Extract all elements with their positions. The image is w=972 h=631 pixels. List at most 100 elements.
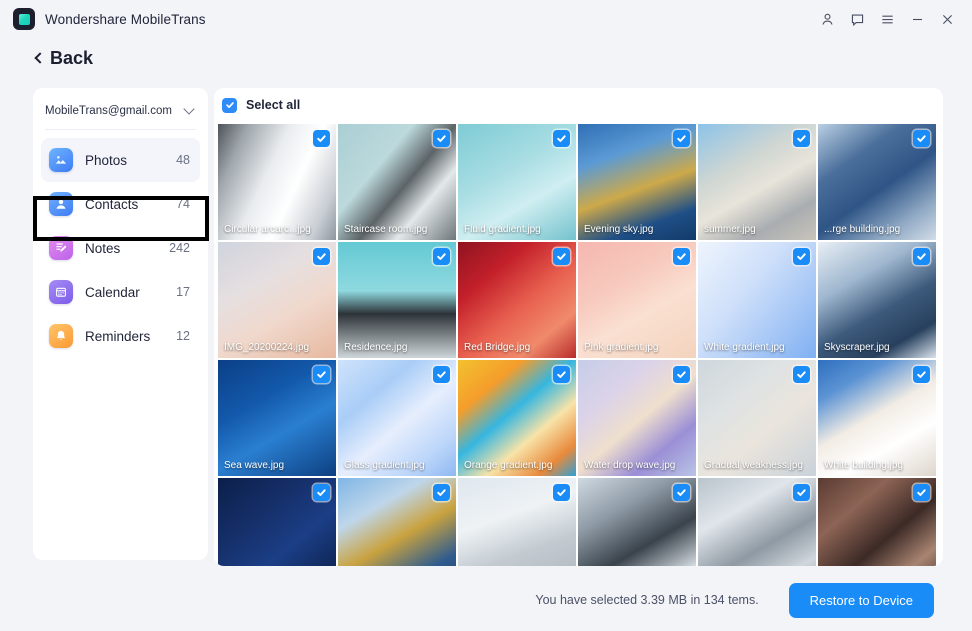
photo-filename: ...rge building.jpg (824, 223, 901, 235)
minimize-icon[interactable] (902, 4, 932, 34)
photo-tile[interactable]: Residence.jpg (338, 242, 456, 358)
photo-tile[interactable]: summer.jpg (698, 124, 816, 240)
photo-filename: Gradual weakness.jpg (704, 459, 803, 471)
photo-filename: Fluid gradient.jpg (464, 223, 541, 235)
window-controls (812, 0, 962, 38)
photo-grid: Circular arcarc...jpg Staircase room.jpg F… (218, 124, 939, 566)
menu-icon[interactable] (872, 4, 902, 34)
photo-checkbox[interactable] (313, 248, 330, 265)
close-icon[interactable] (932, 4, 962, 34)
sidebar-item-photos[interactable]: Photos 48 (41, 138, 200, 182)
photo-tile[interactable]: IMG_20200224.jpg (218, 242, 336, 358)
photo-checkbox[interactable] (673, 366, 690, 383)
photo-tile[interactable] (578, 478, 696, 566)
photo-tile[interactable]: Sea wave.jpg (218, 360, 336, 476)
photo-filename: summer.jpg (704, 223, 756, 235)
photo-checkbox[interactable] (433, 484, 450, 501)
photo-filename: Residence.jpg (344, 341, 408, 353)
photo-tile[interactable] (458, 478, 576, 566)
photo-checkbox[interactable] (913, 130, 930, 147)
photo-checkbox[interactable] (313, 484, 330, 501)
sidebar-item-notes[interactable]: Notes 242 (41, 226, 200, 270)
photo-tile[interactable]: Circular arcarc...jpg (218, 124, 336, 240)
photo-checkbox[interactable] (433, 130, 450, 147)
photo-filename: Glass gradient.jpg (344, 459, 425, 471)
photo-checkbox[interactable] (553, 484, 570, 501)
photo-tile[interactable]: Staircase room.jpg (338, 124, 456, 240)
photo-tile[interactable]: White gradient.jpg (698, 242, 816, 358)
photo-tile[interactable]: White building.jpg (818, 360, 936, 476)
photo-checkbox[interactable] (553, 130, 570, 147)
sidebar-item-label: Reminders (85, 328, 151, 344)
photo-checkbox[interactable] (313, 130, 330, 147)
selection-summary: You have selected 3.39 MB in 134 tems. (535, 593, 759, 607)
photo-filename: Orange gradient.jpg (464, 459, 553, 471)
sidebar-nav-list: Photos 48 Contacts 74 Notes 242 Calendar 17 Remi… (33, 138, 208, 358)
photo-checkbox[interactable] (793, 130, 810, 147)
photo-tile[interactable]: Evening sky.jpg (578, 124, 696, 240)
photo-tile[interactable]: Red Bridge.jpg (458, 242, 576, 358)
photo-tile[interactable] (218, 478, 336, 566)
sidebar-item-contacts[interactable]: Contacts 74 (41, 182, 200, 226)
photo-tile[interactable]: Skyscraper.jpg (818, 242, 936, 358)
sidebar-item-label: Contacts (85, 196, 139, 212)
back-label: Back (50, 47, 94, 68)
photo-tile[interactable] (818, 478, 936, 566)
photo-checkbox[interactable] (913, 366, 930, 383)
photo-checkbox[interactable] (793, 366, 810, 383)
account-icon[interactable] (812, 4, 842, 34)
sidebar-item-count: 74 (176, 197, 190, 211)
photo-tile[interactable]: Water drop wave.jpg (578, 360, 696, 476)
photo-tile[interactable]: Orange gradient.jpg (458, 360, 576, 476)
photo-checkbox[interactable] (673, 248, 690, 265)
back-row: Back (0, 38, 972, 78)
select-all-label: Select all (246, 98, 301, 112)
contacts-icon (49, 192, 73, 216)
sidebar-item-count: 48 (176, 153, 190, 167)
sidebar-panel: MobileTrans@gmail.com Photos 48 Contacts 74… (33, 88, 208, 560)
sidebar-item-count: 242 (169, 241, 190, 255)
photo-checkbox[interactable] (913, 484, 930, 501)
restore-to-device-button[interactable]: Restore to Device (788, 582, 934, 618)
sidebar-item-count: 17 (176, 285, 190, 299)
account-email: MobileTrans@gmail.com (45, 104, 172, 117)
photo-tile[interactable]: ...rge building.jpg (818, 124, 936, 240)
feedback-icon[interactable] (842, 4, 872, 34)
photo-checkbox[interactable] (553, 248, 570, 265)
photo-checkbox[interactable] (433, 248, 450, 265)
photo-filename: Water drop wave.jpg (584, 459, 676, 471)
select-all-row[interactable]: Select all (214, 88, 943, 122)
photo-tile[interactable]: Glass gradient.jpg (338, 360, 456, 476)
photo-checkbox[interactable] (913, 248, 930, 265)
photo-filename: Evening sky.jpg (584, 223, 654, 235)
photo-filename: Pink gradient.jpg (584, 341, 659, 353)
sidebar-item-reminders[interactable]: Reminders 12 (41, 314, 200, 358)
photo-checkbox[interactable] (313, 366, 330, 383)
photo-filename: White gradient.jpg (704, 341, 785, 353)
photo-tile[interactable]: Fluid gradient.jpg (458, 124, 576, 240)
sidebar-item-calendar[interactable]: Calendar 17 (41, 270, 200, 314)
photo-filename: White building.jpg (824, 459, 903, 471)
photo-filename: Staircase room.jpg (344, 223, 428, 235)
back-button[interactable]: Back (34, 47, 94, 69)
photo-tile[interactable] (698, 478, 816, 566)
photo-checkbox[interactable] (793, 248, 810, 265)
content-panel: Select all Circular arcarc...jpg Staircas… (214, 88, 943, 566)
photo-checkbox[interactable] (793, 484, 810, 501)
photo-checkbox[interactable] (673, 484, 690, 501)
app-title: Wondershare MobileTrans (45, 11, 206, 27)
photo-tile[interactable] (338, 478, 456, 566)
photo-checkbox[interactable] (553, 366, 570, 383)
photo-tile[interactable]: Gradual weakness.jpg (698, 360, 816, 476)
chevron-left-icon (34, 51, 46, 64)
chevron-down-icon (183, 102, 195, 115)
select-all-checkbox[interactable] (222, 97, 237, 113)
account-selector[interactable]: MobileTrans@gmail.com (45, 92, 196, 130)
app-window: Wondershare MobileTrans Back MobileTrans… (0, 0, 972, 631)
sidebar-item-count: 12 (176, 329, 190, 343)
photo-filename: IMG_20200224.jpg (224, 341, 310, 353)
photo-checkbox[interactable] (673, 130, 690, 147)
sidebar-item-label: Calendar (85, 284, 140, 300)
photo-checkbox[interactable] (433, 366, 450, 383)
photo-tile[interactable]: Pink gradient.jpg (578, 242, 696, 358)
